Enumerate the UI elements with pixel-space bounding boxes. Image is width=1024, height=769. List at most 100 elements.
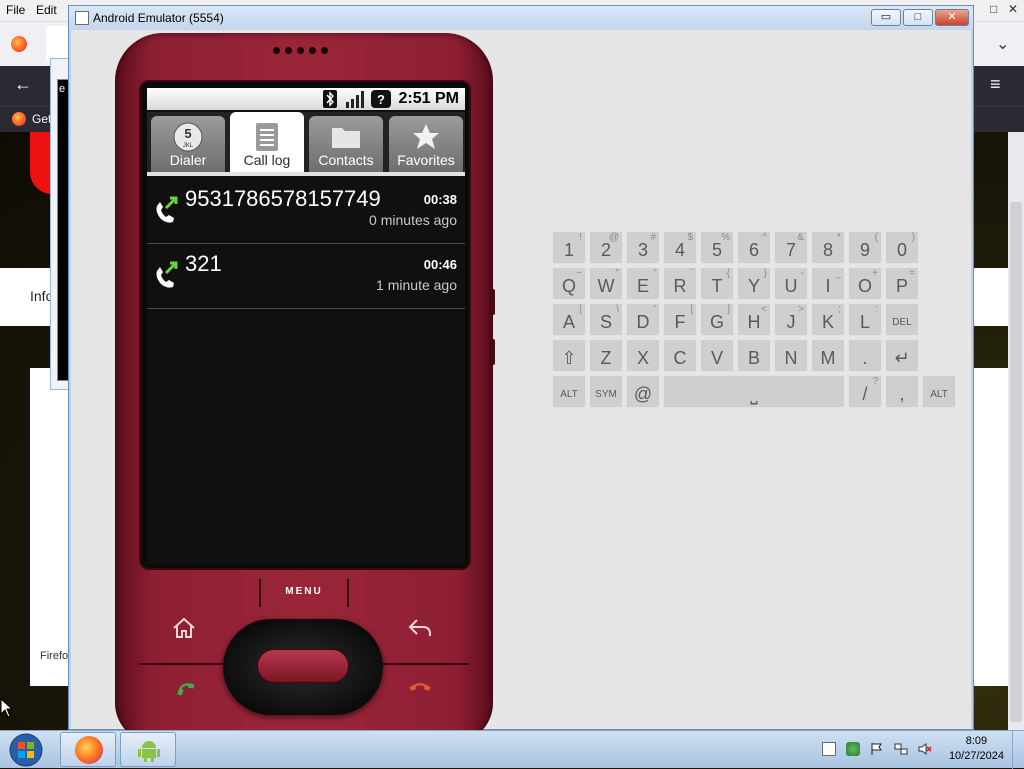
emulator-title-bar[interactable]: Android Emulator (5554) ▭ □ ✕ [69,6,973,30]
key-x[interactable]: X [626,339,660,372]
key-r[interactable]: R ` [663,267,697,300]
key-s[interactable]: S \ [589,303,623,336]
maximize-button[interactable]: □ [903,9,933,26]
key-c[interactable]: C [663,339,697,372]
trackball[interactable] [257,649,349,683]
key-label: J [786,312,796,332]
key-1[interactable]: 1! [552,231,586,264]
tray-security-icon[interactable] [846,742,860,756]
call-log-row[interactable]: 9531786578157749 00:38 0 minutes ago [147,180,465,244]
key-2[interactable]: 2 @ [589,231,623,264]
tray-volume-muted-icon[interactable] [918,742,932,756]
close-button[interactable]: ✕ [935,9,969,26]
key-w[interactable]: W " [589,267,623,300]
call-green-icon[interactable] [171,673,197,699]
screen-bezel: ? 2:51 PM 5 JKL Dialer Call log Contacts… [139,80,471,570]
key-m[interactable]: M [811,339,845,372]
back-icon[interactable] [407,615,433,641]
key-special-4-4[interactable]: /? [848,375,882,408]
side-button[interactable] [489,289,495,315]
key-i[interactable]: I _ [811,267,845,300]
key-j[interactable]: J > [774,303,808,336]
phone-screen[interactable]: ? 2:51 PM 5 JKL Dialer Call log Contacts… [147,88,465,564]
key-y[interactable]: Y} [737,267,771,300]
key-e[interactable]: E ' [626,267,660,300]
firefox-bookmark-icon [12,112,26,126]
key-alt-label: & [797,232,804,243]
key-p[interactable]: P = [885,267,919,300]
back-arrow-icon[interactable]: ← [14,74,32,95]
key-alt-label: ~ [576,268,582,279]
key-9[interactable]: 9( [848,231,882,264]
key-h[interactable]: H < [737,303,771,336]
menu-file[interactable]: File [6,3,25,17]
key-f[interactable]: F[ [663,303,697,336]
taskbar-android-button[interactable] [120,732,176,767]
call-log-row[interactable]: 321 00:46 1 minute ago [147,245,465,309]
tray-document-icon[interactable] [822,742,836,756]
page-scrollbar[interactable] [1008,132,1024,730]
home-icon[interactable] [171,615,197,641]
key-label: 3 [637,240,648,260]
key-t[interactable]: T{ [700,267,734,300]
page-card-text: Firefo [40,650,69,662]
taskbar-firefox-button[interactable] [60,732,116,767]
key-alt-label: - [800,268,804,279]
end-call-red-icon[interactable] [407,673,433,699]
key-7[interactable]: 7 & [774,231,808,264]
key-special-4-1[interactable]: SYM [589,375,623,408]
key-a[interactable]: A | [552,303,586,336]
scrollbar-thumb[interactable] [1010,202,1022,722]
key-special-2-9[interactable]: DEL [885,303,919,336]
key-q[interactable]: Q ~ [552,267,586,300]
key-special-4-0[interactable]: ALT [552,375,586,408]
key-z[interactable]: Z [589,339,623,372]
tab-dialer[interactable]: 5 JKL Dialer [151,116,225,172]
tab-favorites[interactable]: Favorites [389,116,463,172]
show-desktop-button[interactable] [1012,731,1024,769]
key-0[interactable]: 0) [885,231,919,264]
firefox-active-tab[interactable] [46,26,70,62]
key-l[interactable]: L: [848,303,882,336]
key-5[interactable]: 5% [700,231,734,264]
key-n[interactable]: N [774,339,808,372]
tab-list-chevron-icon[interactable]: ⌄ [996,34,1009,54]
key-v[interactable]: V [700,339,734,372]
key-8[interactable]: 8 * [811,231,845,264]
windows-start-orb-icon[interactable] [4,732,48,768]
key-alt-label: % [721,232,730,243]
key-g[interactable]: G] [700,303,734,336]
tray-clock[interactable]: 8:09 10/27/2024 [949,734,1004,764]
key-3[interactable]: 3 # [626,231,660,264]
tab-call-log[interactable]: Call log [230,112,304,172]
key-special-4-6[interactable]: ALT [922,375,956,408]
firefox-close-button[interactable]: ✕ [1008,2,1018,16]
key-special-3-9[interactable]: ↵ [885,339,919,372]
android-emulator-window: Android Emulator (5554) ▭ □ ✕ ? 2:51 PM [68,5,974,743]
hamburger-menu-icon[interactable]: ≡ [990,74,1001,95]
key-4[interactable]: 4 $ [663,231,697,264]
key-o[interactable]: O + [848,267,882,300]
key-special-3-8[interactable]: . [848,339,882,372]
firefox-maximize-button[interactable]: □ [990,2,997,16]
key-special-4-5[interactable]: , [885,375,919,408]
tab-contacts[interactable]: Contacts [309,116,383,172]
key-k[interactable]: K; [811,303,845,336]
key-special-4-3[interactable]: ⎵ [663,375,845,408]
background-dialog-fragment: e [50,58,71,390]
key-d[interactable]: D ' [626,303,660,336]
tray-flag-icon[interactable] [870,742,884,756]
key-special-3-0[interactable]: ⇧ [552,339,586,372]
key-special-4-2[interactable]: @ [626,375,660,408]
side-button[interactable] [489,339,495,365]
key-6[interactable]: 6 ^ [737,231,771,264]
bookmark-get-started[interactable]: Get [32,112,51,126]
menu-edit[interactable]: Edit [36,3,57,17]
minimize-button[interactable]: ▭ [871,9,901,26]
key-b[interactable]: B [737,339,771,372]
firefox-tab-icon[interactable] [11,36,27,52]
tray-network-icon[interactable] [894,742,908,756]
menu-button[interactable]: MENU [259,579,349,607]
key-u[interactable]: U- [774,267,808,300]
key-alt-label: _ [835,268,841,279]
